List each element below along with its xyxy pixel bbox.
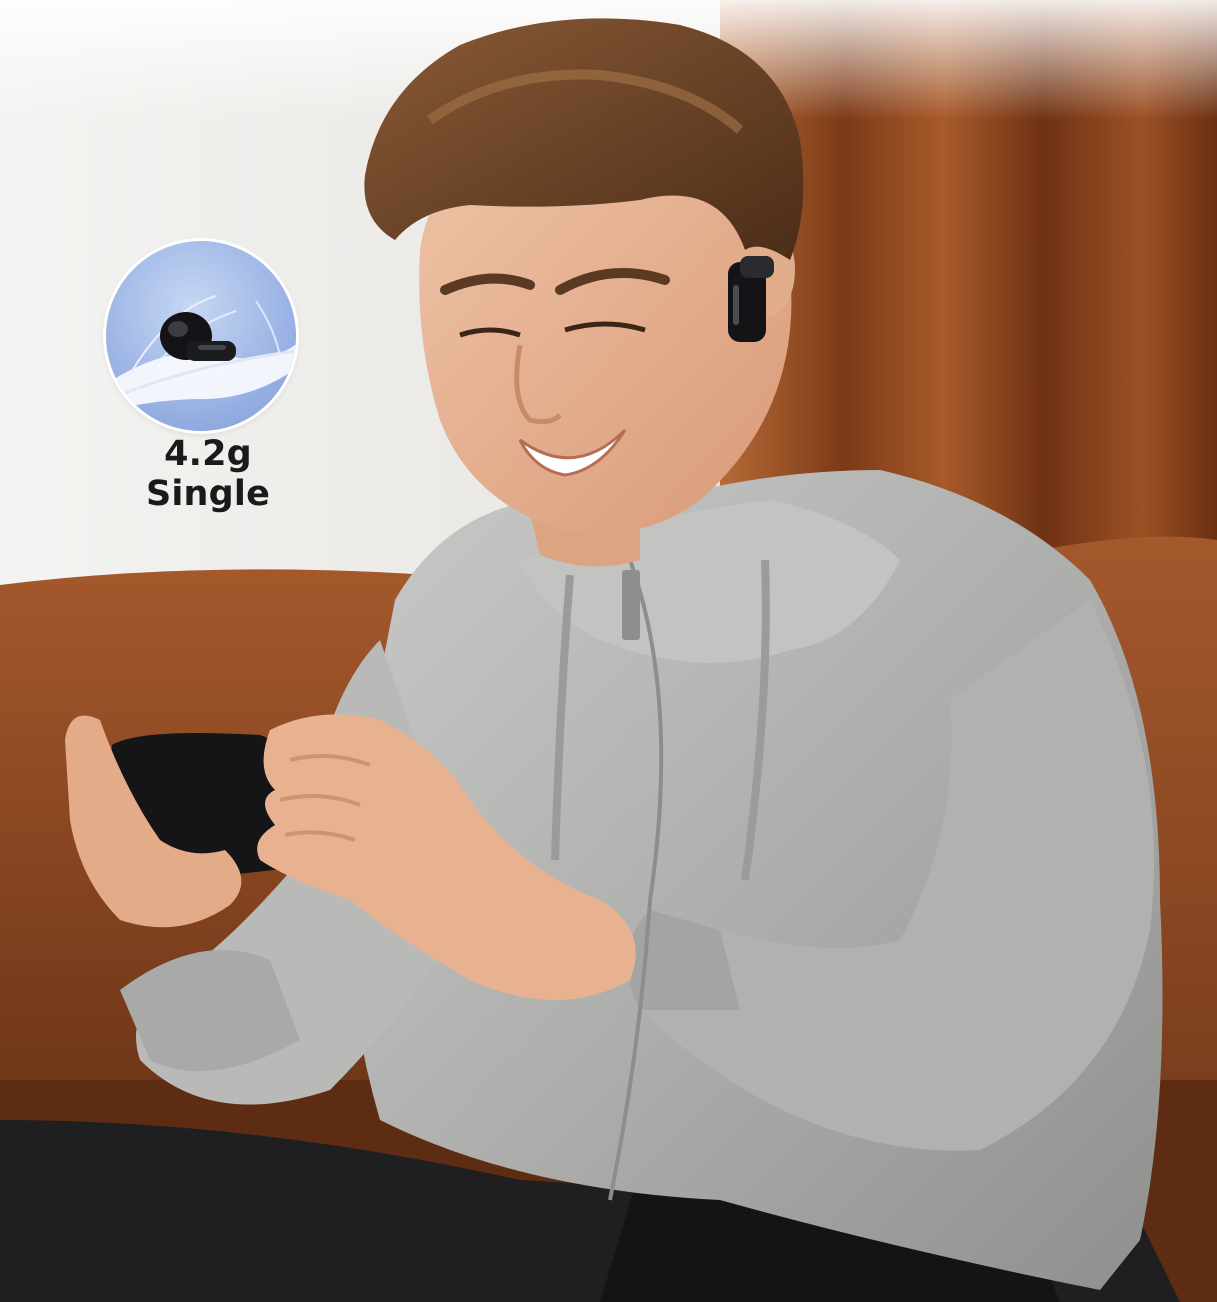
- product-photo: 4.2g Single: [0, 0, 1217, 1302]
- earbud-on-feather-icon: [106, 295, 296, 413]
- product-weight-badge: [106, 241, 296, 431]
- man-gaming-with-earbuds-illustration: [0, 0, 1217, 1302]
- weight-label: 4.2g Single: [145, 434, 271, 514]
